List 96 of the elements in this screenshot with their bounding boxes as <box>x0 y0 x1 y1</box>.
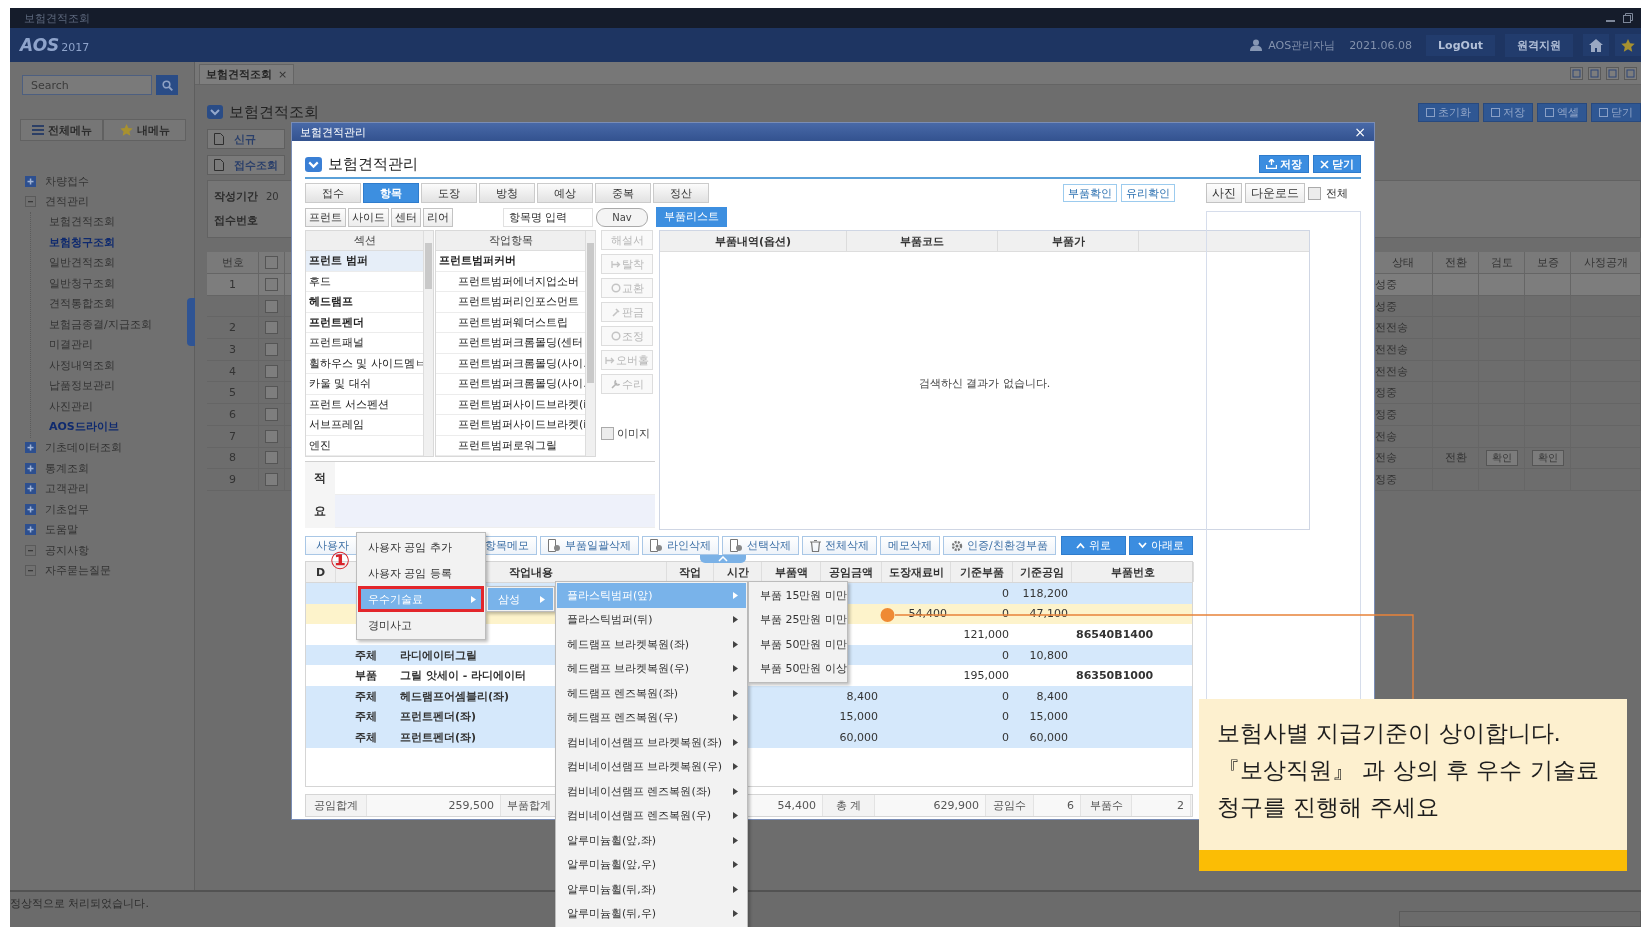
table-cell: 60,000 <box>1029 730 1068 744</box>
table-cell: 헤드램프어셈블리(좌) <box>400 688 510 704</box>
column-header: 검토 <box>1479 252 1525 273</box>
column-header: 섹션 <box>306 231 423 251</box>
column-header: 도장재료비 <box>888 564 944 580</box>
table-cell: 라디에이터그릴 <box>400 647 477 663</box>
logo-year: 2017 <box>61 41 90 54</box>
column-header: 부품번호 <box>1110 564 1155 580</box>
total-label: 공임수 <box>993 798 1026 813</box>
table-cell: 프런트펜더(좌) <box>400 729 477 745</box>
memo-label: 요 <box>305 495 335 528</box>
table-cell: 그릴 앗세이 - 라디에이터 <box>400 668 527 684</box>
table-cell: 전송 <box>1375 450 1397 466</box>
table-cell: 정중 <box>1375 472 1397 488</box>
total-label: 부품수 <box>1089 798 1123 813</box>
table-cell: 86540B1400 <box>1076 628 1154 641</box>
column-header: 보증 <box>1525 252 1571 273</box>
row-number: 2 <box>229 321 236 335</box>
total-value: 259,500 <box>448 799 494 812</box>
table-cell: 성중 <box>1375 276 1397 292</box>
column-header: 시간 <box>726 564 749 580</box>
column-header: 작업 <box>679 564 701 580</box>
total-value: 2 <box>1177 799 1184 812</box>
table-cell: 15,000 <box>1029 710 1068 724</box>
column-header: 번호 <box>207 252 259 273</box>
checkbox-label: 이미지 <box>617 426 650 441</box>
column-header: 부품액 <box>774 564 808 580</box>
table-cell: 195,000 <box>963 669 1009 683</box>
row-number: 8 <box>229 451 236 465</box>
row-number: 9 <box>229 473 236 487</box>
column-header: 작업항목 <box>436 231 585 251</box>
total-label: 공임합계 <box>314 798 358 813</box>
table-cell: 주체 <box>355 709 377 725</box>
window-title: 보험견적조회 <box>24 10 90 26</box>
status-message: 정상적으로 처리되었습니다. <box>10 896 149 911</box>
total-value: 54,400 <box>777 799 816 812</box>
page-title: 보험견적조회 <box>229 102 319 122</box>
row-number: 3 <box>229 342 236 356</box>
filter-label: 작성기간 <box>214 188 258 204</box>
date-text: 2021.06.08 <box>1349 38 1413 52</box>
table-cell: 전송 <box>1375 428 1397 444</box>
table-cell: 주체 <box>355 688 377 704</box>
table-cell: 54,400 <box>908 607 947 621</box>
column-header: 기준공임 <box>1020 564 1064 580</box>
table-cell: 8,400 <box>1036 689 1068 703</box>
table-cell: 전전송 <box>1375 363 1408 379</box>
table-cell: 성중 <box>1375 298 1397 314</box>
row-number: 7 <box>229 429 236 443</box>
user-name: AOS관리자님 <box>1268 37 1336 53</box>
logo-text: AOS <box>20 35 60 55</box>
table-cell: 전전송 <box>1375 341 1408 357</box>
column-header: 작업내용 <box>509 564 553 580</box>
table-cell: 0 <box>1002 730 1009 744</box>
column-header: 기준부품 <box>959 564 1004 580</box>
column-header: 전환 <box>1433 252 1479 273</box>
callout-text: 보험사별 지급기준이 상이합니다. 『보상직원』 과 상의 후 우수 기술료 청구를 진행해 주세요 <box>1217 719 1600 822</box>
table-cell: 0 <box>1002 689 1009 703</box>
column-header: 사정공개 <box>1571 252 1641 273</box>
empty-message: 검색하신 결과가 없습니다. <box>918 376 1051 391</box>
total-label: 부품합계 <box>506 798 551 813</box>
row-number: 1 <box>229 277 236 291</box>
row-number: 5 <box>229 386 236 400</box>
column-header: 공임금액 <box>829 564 873 580</box>
checkbox-label: 전체 <box>1326 185 1348 201</box>
row-number: 6 <box>229 407 236 421</box>
table-cell: 10,800 <box>1029 648 1068 662</box>
filter-label: 접수번호 <box>214 212 258 228</box>
table-cell: 전전송 <box>1375 320 1408 336</box>
table-cell: 주체 <box>355 647 377 663</box>
table-cell: 0 <box>1002 586 1009 600</box>
memo-label: 적 <box>305 462 335 495</box>
table-cell: 정중 <box>1375 406 1397 422</box>
total-value: 629,900 <box>933 799 979 812</box>
column-header: 부품가 <box>998 231 1139 251</box>
dialog-title: 보험견적관리 <box>300 124 366 140</box>
table-cell: 0 <box>1002 648 1009 662</box>
table-cell: 121,000 <box>963 628 1009 641</box>
table-cell: 0 <box>1002 607 1009 621</box>
column-header: 부품코드 <box>847 231 998 251</box>
table-cell: 15,000 <box>839 710 878 724</box>
table-cell: 프런트펜더(좌) <box>400 709 477 725</box>
table-cell: 정중 <box>1375 385 1397 401</box>
table-cell: 0 <box>1002 710 1009 724</box>
column-header: 부품내역(옵션) <box>660 231 847 251</box>
dialog-heading: 보험견적관리 <box>328 154 418 174</box>
table-cell: 주체 <box>355 729 377 745</box>
table-cell: 118,200 <box>1022 586 1068 600</box>
row-number: 4 <box>229 364 236 378</box>
column-header: D <box>315 565 326 579</box>
total-label: 총 계 <box>835 798 862 813</box>
table-cell: 8,400 <box>846 689 878 703</box>
table-cell: 60,000 <box>839 730 878 744</box>
total-value: 6 <box>1067 799 1074 812</box>
table-cell: 부품 <box>355 668 377 684</box>
table-cell: 86350B1000 <box>1076 669 1154 683</box>
table-cell: 47,100 <box>1029 607 1068 621</box>
